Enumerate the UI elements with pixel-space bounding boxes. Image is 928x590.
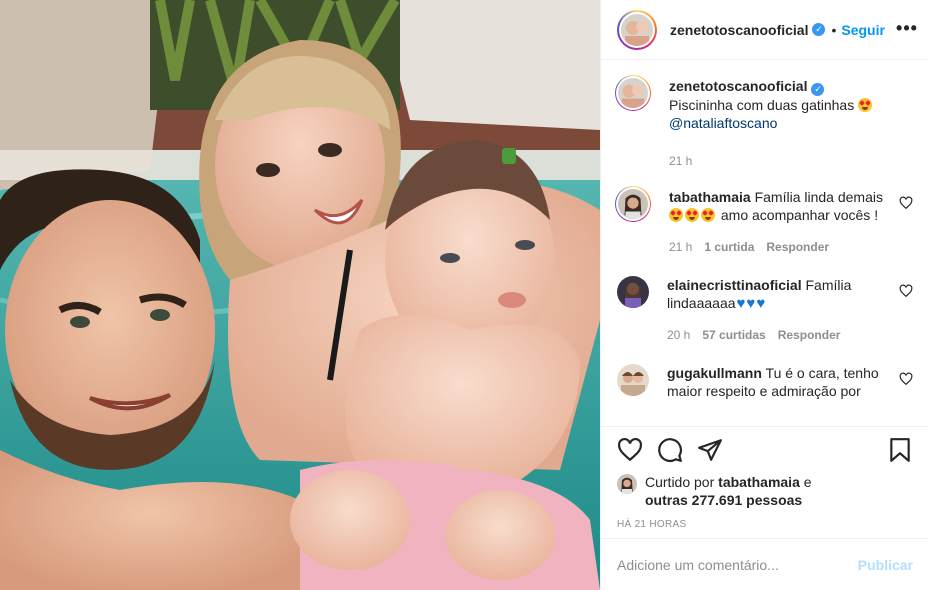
post-timestamp[interactable]: HÁ 21 HORAS — [617, 519, 913, 530]
liker-avatar[interactable] — [617, 474, 637, 494]
comment-item: gugakullmann Tu é o cara, tenho maior re… — [617, 364, 913, 400]
liked-and: e — [803, 474, 812, 490]
blue-heart-emoji-icon: ♥ — [736, 295, 746, 312]
blue-heart-emoji-icon: ♥ — [746, 295, 756, 312]
add-comment-bar: Publicar — [601, 538, 928, 590]
heart-eyes-emoji-icon — [685, 208, 699, 222]
follow-button[interactable]: Seguir — [841, 22, 885, 38]
like-comment-heart-icon[interactable] — [899, 196, 913, 210]
reply-button[interactable]: Responder — [766, 238, 829, 256]
caption-time[interactable]: 21 h — [669, 152, 692, 170]
blue-heart-emoji-icon: ♥ — [756, 295, 766, 312]
publish-button[interactable]: Publicar — [858, 557, 913, 573]
verified-icon: ✓ — [811, 83, 825, 96]
comment-input[interactable] — [617, 556, 858, 573]
comment-icon[interactable] — [657, 437, 683, 463]
verified-icon: ✓ — [812, 23, 826, 36]
separator-dot: • — [831, 21, 837, 38]
author-username[interactable]: zenetotoscanooficial — [670, 22, 808, 38]
caption-username[interactable]: zenetotoscanooficial — [669, 78, 807, 94]
caption-avatar[interactable] — [618, 78, 648, 108]
bookmark-icon[interactable] — [887, 437, 913, 463]
post-header: zenetotoscanooficial ✓ • Seguir ••• — [601, 0, 928, 60]
likes-text: Curtido por tabathamaia e outras 277.691… — [645, 473, 812, 509]
post-actions: Curtido por tabathamaia e outras 277.691… — [601, 426, 928, 538]
comment-item: elainecristtinaoficial Família lindaaaaa… — [617, 276, 913, 344]
author-avatar[interactable] — [621, 13, 653, 46]
action-icons — [617, 437, 913, 463]
caption-text: Piscininha com duas gatinhas — [669, 97, 855, 113]
comment-text-continued: amo acompanhar vocês ! — [720, 207, 879, 223]
commenter-avatar[interactable] — [617, 276, 649, 308]
comment-body: tabathamaia Família linda demais amo aco… — [669, 188, 891, 256]
reply-button[interactable]: Responder — [778, 326, 841, 344]
liked-by-user[interactable]: tabathamaia — [718, 474, 800, 490]
heart-eyes-emoji-icon — [669, 208, 683, 222]
heart-eyes-emoji-icon — [701, 208, 715, 222]
comment-likes[interactable]: 57 curtidas — [702, 326, 765, 344]
caption-avatar-ring[interactable] — [615, 75, 651, 111]
commenter-avatar[interactable] — [618, 189, 648, 219]
like-comment-heart-icon[interactable] — [899, 372, 913, 386]
comment-body: gugakullmann Tu é o cara, tenho maior re… — [667, 364, 889, 400]
comment-time[interactable]: 20 h — [667, 326, 690, 344]
caption-mention[interactable]: @nataliaftoscano — [669, 115, 777, 131]
like-comment-heart-icon[interactable] — [899, 284, 913, 298]
comment-username[interactable]: elainecristtinaoficial — [667, 277, 802, 293]
comments-list[interactable]: zenetotoscanooficial ✓ Piscininha com dua… — [601, 61, 928, 425]
commenter-avatar-ring[interactable] — [615, 186, 651, 222]
comment-text: Família linda demais — [754, 189, 883, 205]
comment-username[interactable]: tabathamaia — [669, 189, 751, 205]
caption-body: zenetotoscanooficial ✓ Piscininha com dua… — [669, 77, 891, 170]
caption: zenetotoscanooficial ✓ Piscininha com dua… — [615, 75, 913, 170]
more-icon[interactable]: ••• — [895, 18, 919, 42]
heart-eyes-emoji-icon — [858, 98, 873, 112]
comment-body: elainecristtinaoficial Família lindaaaaa… — [667, 276, 889, 344]
liked-prefix: Curtido por — [645, 474, 715, 490]
liked-others[interactable]: outras 277.691 pessoas — [645, 492, 802, 508]
instagram-post: zenetotoscanooficial ✓ • Seguir ••• zene… — [0, 0, 928, 590]
likes-summary: Curtido por tabathamaia e outras 277.691… — [617, 473, 913, 509]
commenter-avatar[interactable] — [617, 364, 649, 396]
share-icon[interactable] — [697, 437, 723, 463]
heart-icon[interactable] — [617, 437, 643, 463]
comment-likes[interactable]: 1 curtida — [704, 238, 754, 256]
comment-time[interactable]: 21 h — [669, 238, 692, 256]
post-photo-illustration — [0, 0, 600, 590]
comment-item: tabathamaia Família linda demais amo aco… — [615, 186, 913, 256]
author-avatar-ring[interactable] — [617, 9, 657, 50]
comment-username[interactable]: gugakullmann — [667, 365, 762, 381]
post-sidebar: zenetotoscanooficial ✓ • Seguir ••• zene… — [600, 0, 928, 590]
post-photo[interactable] — [0, 0, 600, 590]
